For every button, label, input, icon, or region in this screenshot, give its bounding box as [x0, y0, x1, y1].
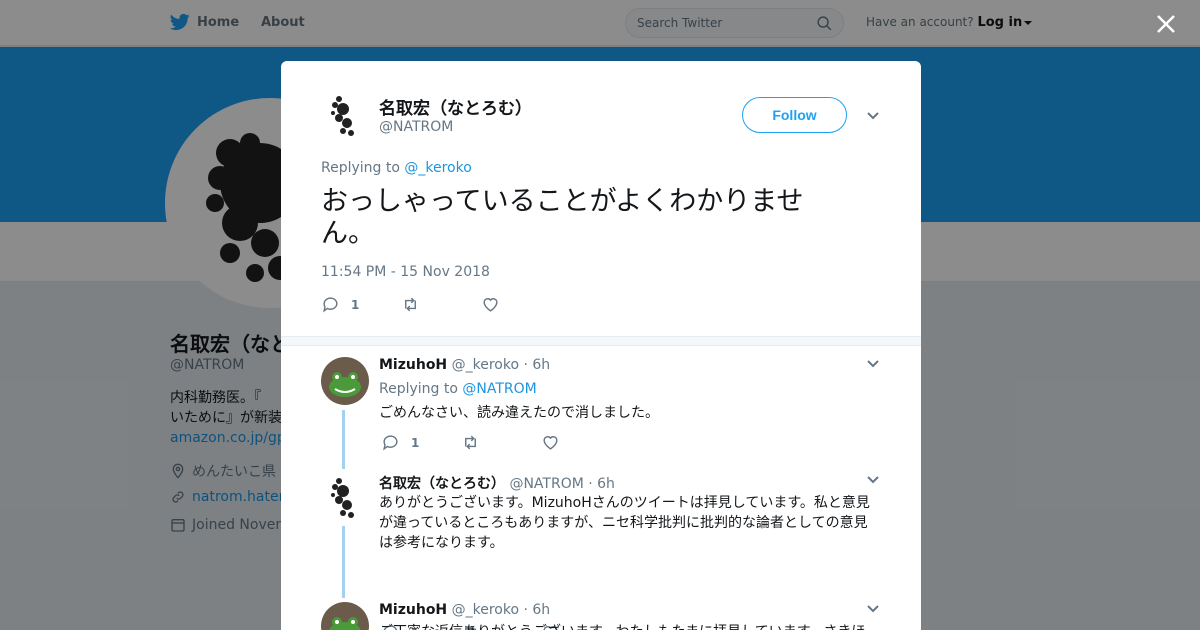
reply-action[interactable]: 1 — [381, 433, 461, 452]
reply-actions: 1 — [381, 433, 621, 452]
replying-to: Replying to @_keroko — [321, 160, 472, 176]
thread-line — [342, 410, 345, 469]
fractal-avatar-image — [331, 96, 354, 136]
reply-text: ご丁寧な返信ありがとうございます。わたしもたまに拝見しています。さきほ — [379, 622, 874, 630]
retweet-icon — [465, 435, 476, 450]
author-handle[interactable]: @NATROM — [379, 119, 453, 135]
follow-button[interactable]: Follow — [742, 97, 847, 133]
retweet-icon — [405, 297, 416, 312]
like-action[interactable] — [481, 295, 561, 314]
reply-text: ごめんなさい、読み違えたので消しました。 — [379, 405, 659, 421]
reply-time[interactable]: · 6h — [523, 357, 550, 373]
reply-header: MizuhoH @_keroko · 6h — [379, 357, 550, 373]
reply-name[interactable]: MizuhoH — [379, 602, 447, 618]
fractal-avatar-image — [321, 473, 369, 521]
reply-handle[interactable]: @NATROM — [509, 476, 583, 492]
retweet-action[interactable] — [401, 295, 481, 314]
thread-line — [342, 526, 345, 598]
tweet-timestamp[interactable]: 11:54 PM - 15 Nov 2018 — [321, 264, 490, 280]
like-action[interactable] — [541, 433, 621, 452]
reply-name[interactable]: MizuhoH — [379, 357, 447, 373]
replying-prefix: Replying to — [379, 381, 458, 397]
replying-prefix: Replying to — [321, 160, 400, 176]
replying-mention[interactable]: @_keroko — [404, 160, 471, 176]
reply-icon — [323, 297, 338, 313]
section-divider — [281, 336, 921, 346]
reply-icon — [383, 435, 398, 451]
author-name[interactable]: 名取宏（なとろむ） — [379, 94, 532, 119]
close-icon[interactable] — [1156, 14, 1176, 34]
author-avatar[interactable] — [321, 91, 369, 139]
chevron-down-icon[interactable] — [866, 357, 880, 371]
chevron-down-icon[interactable] — [866, 602, 880, 616]
tweet-text: おっしゃっていることがよくわかりません。 — [321, 186, 804, 249]
reply-avatar[interactable] — [321, 602, 369, 630]
reply-header: 名取宏（なとろむ） @NATROM · 6h — [379, 473, 615, 493]
reply-avatar[interactable] — [321, 357, 369, 405]
reply-count: 1 — [411, 435, 420, 450]
reply-action[interactable]: 1 — [321, 295, 401, 314]
reply-time[interactable]: · 6h — [588, 476, 615, 492]
reply-avatar[interactable] — [321, 473, 369, 521]
reply-replying-to: Replying to @NATROM — [379, 381, 537, 397]
reply-time[interactable]: · 6h — [523, 602, 550, 618]
heart-icon — [483, 298, 498, 312]
reply-handle[interactable]: @_keroko — [452, 602, 519, 618]
reply-header: MizuhoH @_keroko · 6h — [379, 602, 550, 618]
heart-icon — [543, 436, 558, 450]
tweet-modal: 名取宏（なとろむ） @NATROM Follow Replying to @_k… — [281, 61, 921, 630]
frog-avatar-image — [321, 602, 369, 630]
retweet-action[interactable] — [461, 433, 541, 452]
reply-text: ありがとうございます。MizuhoHさんのツイートは拝見しています。私と意見が違… — [379, 495, 870, 551]
reply-handle[interactable]: @_keroko — [452, 357, 519, 373]
reply-name[interactable]: 名取宏（なとろむ） — [379, 476, 505, 492]
replying-mention[interactable]: @NATROM — [462, 381, 536, 397]
chevron-down-icon[interactable] — [866, 109, 880, 123]
frog-avatar-image — [321, 357, 369, 405]
reply-count: 1 — [351, 297, 360, 312]
chevron-down-icon[interactable] — [866, 473, 880, 487]
tweet-actions: 1 — [321, 295, 561, 314]
